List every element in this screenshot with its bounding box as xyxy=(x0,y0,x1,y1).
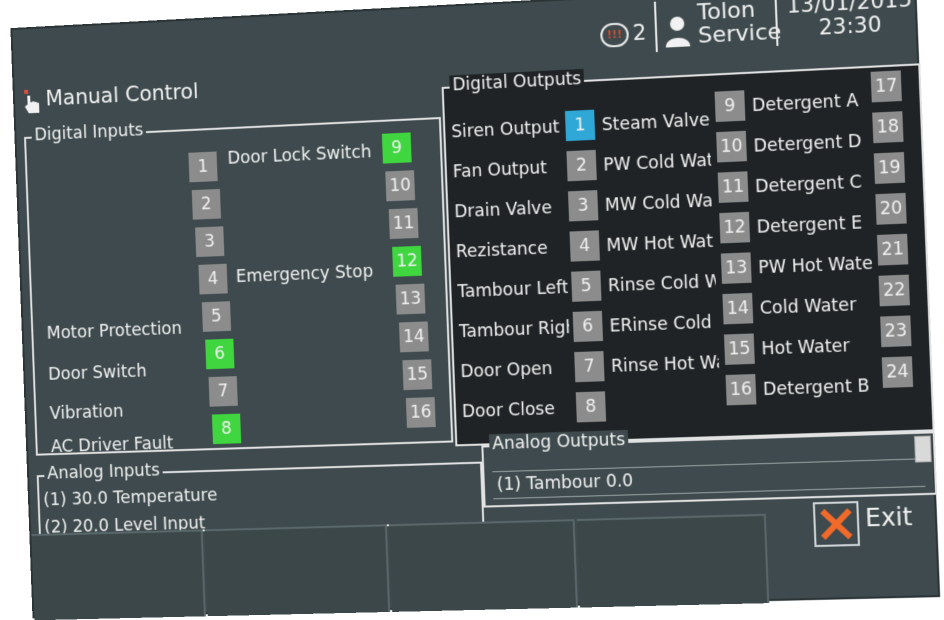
output-label-6: Tambour Right xyxy=(458,318,570,343)
user-name[interactable]: Tolon Service xyxy=(697,0,782,49)
date-time: 13/01/2015 23:30 xyxy=(783,0,917,42)
output-15[interactable]: 15 xyxy=(723,333,755,365)
output-label-4: Rezistance xyxy=(455,238,549,263)
vibration-label: Vibration xyxy=(49,401,124,424)
page-title: Manual Control xyxy=(45,79,200,111)
emergency-stop-label: Emergency Stop xyxy=(235,261,374,288)
hand-pointer-icon xyxy=(24,89,40,114)
output-18[interactable]: 18 xyxy=(872,111,904,144)
user-name-line2: Service xyxy=(697,19,782,49)
output-10[interactable]: 10 xyxy=(716,130,747,163)
output-label-24: Detergent B xyxy=(762,376,870,401)
output-label-5: Tambour Left xyxy=(457,277,569,303)
output-label-12: MW Hot Water xyxy=(606,231,715,257)
scrollbar[interactable] xyxy=(914,435,932,463)
footer-button-2[interactable] xyxy=(204,524,391,617)
output-label-10: PW Cold Water xyxy=(602,150,712,176)
door-lock-switch-label: Door Lock Switch xyxy=(227,142,372,169)
input-1: 1 xyxy=(188,151,218,183)
footer-button-4[interactable] xyxy=(576,513,770,608)
exit-label: Exit xyxy=(864,502,913,533)
output-7[interactable]: 7 xyxy=(574,351,605,383)
input-11: 11 xyxy=(388,207,419,240)
output-12[interactable]: 12 xyxy=(719,211,751,244)
analog-output-1[interactable]: (1) Tambour 0.0 xyxy=(496,471,633,495)
digital-outputs-title: Digital Outputs xyxy=(449,68,585,96)
separator xyxy=(653,1,658,53)
close-icon xyxy=(813,501,860,547)
output-14[interactable]: 14 xyxy=(722,292,754,325)
output-label-15: Rinse Hot Water xyxy=(610,352,720,377)
input-10: 10 xyxy=(385,170,416,202)
digital-outputs-panel: Digital Outputs Siren Output Fan Output … xyxy=(441,63,935,447)
output-17[interactable]: 17 xyxy=(870,70,902,103)
output-label-14: ERinse Cold xyxy=(609,312,713,337)
output-label-21: PW Hot Water xyxy=(757,253,873,279)
notification-count: 2 xyxy=(632,20,647,46)
input-8: 8 xyxy=(211,413,242,445)
input-5: 5 xyxy=(201,301,232,332)
output-9[interactable]: 9 xyxy=(714,90,746,123)
output-label-23: Hot Water xyxy=(761,336,851,360)
output-24[interactable]: 24 xyxy=(881,356,914,388)
user-icon[interactable] xyxy=(663,14,693,48)
output-5[interactable]: 5 xyxy=(571,270,602,302)
input-9: 9 xyxy=(381,132,412,164)
analog-inputs-title: Analog Inputs xyxy=(43,460,163,484)
output-label-19: Detergent C xyxy=(754,172,863,198)
input-16: 16 xyxy=(405,397,436,428)
input-4: 4 xyxy=(198,263,228,295)
output-label-2: Fan Output xyxy=(452,158,548,183)
input-6: 6 xyxy=(205,338,235,370)
output-21[interactable]: 21 xyxy=(876,233,909,266)
output-1[interactable]: 1 xyxy=(564,109,596,142)
output-8[interactable]: 8 xyxy=(575,391,607,423)
input-7: 7 xyxy=(208,376,238,407)
input-12: 12 xyxy=(392,245,422,277)
footer-button-1[interactable] xyxy=(31,529,206,620)
output-11[interactable]: 11 xyxy=(717,171,749,203)
notifications[interactable]: !!! 2 xyxy=(599,20,647,48)
analog-outputs-title: Analog Outputs xyxy=(488,429,629,455)
chat-bubble-icon: !!! xyxy=(599,22,630,48)
output-13[interactable]: 13 xyxy=(720,252,752,284)
footer-button-3[interactable] xyxy=(388,519,578,612)
output-label-3: Drain Valve xyxy=(454,198,553,223)
door-switch-label: Door Switch xyxy=(47,361,148,385)
output-20[interactable]: 20 xyxy=(875,192,907,225)
output-label-11: MW Cold Water xyxy=(604,191,714,216)
output-label-7: Door Open xyxy=(460,358,553,383)
output-label-9: Steam Valve xyxy=(601,110,710,136)
input-3: 3 xyxy=(195,226,225,258)
output-22[interactable]: 22 xyxy=(878,274,910,307)
output-2[interactable]: 2 xyxy=(566,149,597,182)
output-23[interactable]: 23 xyxy=(880,315,912,348)
analog-input-1: (1) 30.0 Temperature xyxy=(43,485,218,511)
output-label-18: Detergent D xyxy=(753,131,862,157)
output-16[interactable]: 16 xyxy=(725,373,757,406)
output-19[interactable]: 19 xyxy=(873,152,906,184)
output-label-13: Rinse Cold Water xyxy=(607,272,717,297)
input-14: 14 xyxy=(398,321,429,353)
input-15: 15 xyxy=(402,359,433,391)
motor-protection-label: Motor Protection xyxy=(46,318,183,344)
input-13: 13 xyxy=(395,283,426,315)
output-label-1: Siren Output xyxy=(450,117,560,143)
output-label-8: Door Close xyxy=(461,399,556,423)
digital-inputs-panel: Digital Inputs Door Lock Switch Emergenc… xyxy=(24,116,454,458)
output-label-20: Detergent E xyxy=(756,213,863,238)
digital-inputs-title: Digital Inputs xyxy=(31,120,147,146)
exit-button[interactable]: Exit xyxy=(796,487,936,556)
output-label-17: Detergent A xyxy=(751,90,859,117)
input-2: 2 xyxy=(191,188,222,220)
manual-control-screen: !!! 2 Tolon Service 13/01/2015 23:30 Manu… xyxy=(12,0,938,620)
output-4[interactable]: 4 xyxy=(569,230,600,262)
ac-driver-fault-label: AC Driver Fault xyxy=(50,433,174,458)
output-6[interactable]: 6 xyxy=(572,310,604,343)
output-label-22: Cold Water xyxy=(759,295,857,319)
output-3[interactable]: 3 xyxy=(567,190,599,222)
